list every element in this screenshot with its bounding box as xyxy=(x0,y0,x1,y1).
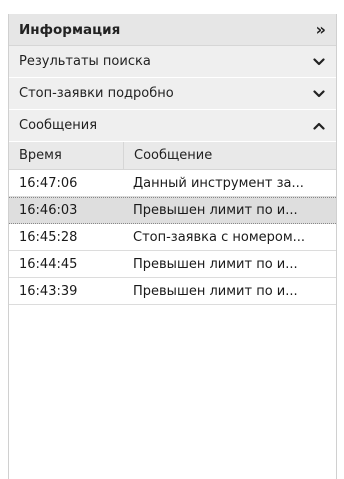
section-label: Стоп-заявки подробно xyxy=(19,86,174,101)
table-row[interactable]: 16:43:39 Превышен лимит по и... xyxy=(9,278,336,305)
cell-message: Превышен лимит по и... xyxy=(133,203,298,218)
table-header: Время Сообщение xyxy=(9,142,336,170)
section-label: Результаты поиска xyxy=(19,54,151,69)
panel-header: Информация » xyxy=(9,14,336,46)
chevron-up-icon[interactable] xyxy=(312,119,326,133)
messages-table: Время Сообщение 16:47:06 Данный инструме… xyxy=(9,142,336,305)
collapse-panel-button[interactable]: » xyxy=(316,21,326,38)
column-header-time[interactable]: Время xyxy=(9,142,124,169)
cell-message: Превышен лимит по и... xyxy=(133,256,298,272)
section-stop-orders-detail[interactable]: Стоп-заявки подробно xyxy=(9,78,336,110)
chevron-down-icon[interactable] xyxy=(312,87,326,101)
cell-message: Данный инструмент за... xyxy=(133,175,304,191)
section-label: Сообщения xyxy=(19,118,98,133)
section-messages[interactable]: Сообщения xyxy=(9,110,336,142)
panel-title: Информация xyxy=(19,21,121,38)
cell-time: 16:43:39 xyxy=(19,283,78,299)
cell-message: Стоп-заявка с номером... xyxy=(133,229,306,245)
information-panel: Информация » Результаты поиска Стоп-заяв… xyxy=(8,14,337,479)
cell-time: 16:47:06 xyxy=(19,175,78,191)
chevron-down-icon[interactable] xyxy=(312,55,326,69)
cell-time: 16:46:03 xyxy=(19,203,78,218)
table-row[interactable]: 16:45:28 Стоп-заявка с номером... xyxy=(9,224,336,251)
table-row[interactable]: 16:44:45 Превышен лимит по и... xyxy=(9,251,336,278)
cell-time: 16:44:45 xyxy=(19,256,78,272)
cell-message: Превышен лимит по и... xyxy=(133,283,298,299)
column-header-message[interactable]: Сообщение xyxy=(124,142,336,169)
section-search-results[interactable]: Результаты поиска xyxy=(9,46,336,78)
table-row[interactable]: 16:47:06 Данный инструмент за... xyxy=(9,170,336,197)
cell-time: 16:45:28 xyxy=(19,229,78,245)
table-row-selected[interactable]: 16:46:03 Превышен лимит по и... xyxy=(9,197,336,224)
